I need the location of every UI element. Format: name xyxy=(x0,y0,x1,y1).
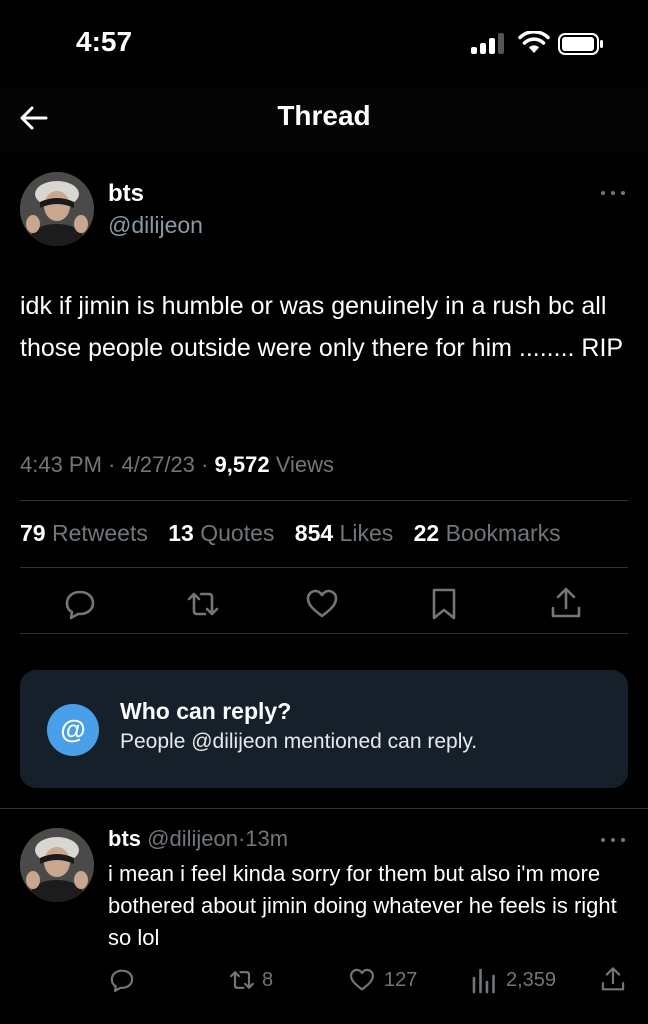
reply-text: i mean i feel kinda sorry for them but a… xyxy=(108,861,617,950)
views-count[interactable]: 9,572 xyxy=(215,452,270,477)
separator-dot: · xyxy=(201,452,215,477)
reply-views-button[interactable]: 2,359 xyxy=(470,966,570,994)
likes-stat[interactable]: 854 Likes xyxy=(295,520,393,546)
reply-icon[interactable] xyxy=(62,586,98,622)
battery-icon xyxy=(558,33,603,55)
author-handle[interactable]: @dilijeon xyxy=(108,212,203,239)
views-label[interactable]: Views xyxy=(276,452,334,477)
avatar[interactable] xyxy=(20,172,94,246)
thread-header: Thread xyxy=(0,88,648,152)
reply-age: 13m xyxy=(245,826,289,851)
cellular-signal-icon xyxy=(471,32,507,54)
like-icon xyxy=(350,968,374,991)
status-time: 4:57 xyxy=(76,26,133,57)
bookmark-icon[interactable] xyxy=(426,586,462,622)
reply-avatar[interactable] xyxy=(20,828,94,902)
divider xyxy=(20,633,628,634)
reply-author-name[interactable]: bts xyxy=(108,826,141,851)
reply-share-button[interactable] xyxy=(599,966,627,994)
reply-retweet-button[interactable]: 8 xyxy=(228,966,288,994)
who-can-reply-subtitle: People @dilijeon mentioned can reply. xyxy=(120,730,478,753)
author-name[interactable]: bts xyxy=(108,180,144,208)
share-icon[interactable] xyxy=(548,586,584,622)
reply-icon xyxy=(110,969,134,992)
page-title: Thread xyxy=(277,100,371,131)
tweet-stats: 79 Retweets 13 Quotes 854 Likes 22 Bookm… xyxy=(20,520,575,547)
reply-retweet-count: 8 xyxy=(262,969,274,991)
reply-views-count: 2,359 xyxy=(506,969,557,991)
wifi-icon xyxy=(518,31,550,53)
quotes-stat[interactable]: 13 Quotes xyxy=(168,520,274,546)
share-icon xyxy=(601,967,625,991)
status-bar: 4:57 xyxy=(0,0,648,88)
who-can-reply-card: @ Who can reply? People @dilijeon mentio… xyxy=(20,670,628,788)
retweet-icon[interactable] xyxy=(185,586,221,622)
more-icon[interactable] xyxy=(601,189,627,197)
bookmarks-stat[interactable]: 22 Bookmarks xyxy=(414,520,561,546)
divider xyxy=(20,567,628,568)
like-icon[interactable] xyxy=(304,586,340,622)
who-can-reply-title: Who can reply? xyxy=(120,698,292,724)
reply-reply-button[interactable] xyxy=(108,966,138,994)
retweets-stat[interactable]: 79 Retweets xyxy=(20,520,148,546)
divider xyxy=(20,500,628,501)
mention-badge-icon: @ xyxy=(47,704,99,756)
reply-like-count: 127 xyxy=(384,969,418,991)
tweet-date: 4/27/23 xyxy=(121,452,195,477)
reply-author-handle[interactable]: @dilijeon xyxy=(147,826,238,851)
reply-like-button[interactable]: 127 xyxy=(348,966,428,994)
reply-author-line: bts @dilijeon·13m xyxy=(108,826,288,852)
more-icon[interactable] xyxy=(601,836,627,844)
tweet-time: 4:43 PM xyxy=(20,452,102,477)
tweet-text: idk if jimin is humble or was genuinely … xyxy=(20,292,624,362)
views-icon xyxy=(472,968,495,994)
retweet-icon xyxy=(230,971,254,989)
tweet-meta: 4:43 PM · 4/27/23 · 9,572 Views xyxy=(20,452,334,478)
separator-dot: · xyxy=(108,452,122,477)
divider xyxy=(0,808,648,809)
